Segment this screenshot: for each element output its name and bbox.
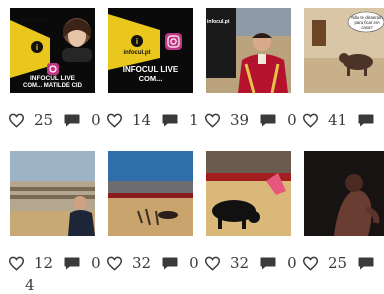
post-thumbnail-7[interactable] — [206, 151, 291, 236]
heart-icon[interactable] — [8, 113, 25, 128]
post-thumbnail-8[interactable] — [304, 151, 384, 236]
comment-count: 0 — [287, 110, 297, 129]
post-thumbnail-2[interactable]: i infocul.pt INFOCUL LIVE COM... — [108, 8, 193, 93]
like-count: 25 — [34, 110, 54, 129]
post-stats-7: 32 0 — [204, 253, 297, 273]
post-caption-2b: COM... — [138, 74, 163, 83]
post-image-7 — [206, 151, 291, 236]
heart-icon[interactable] — [302, 256, 319, 271]
post-caption-1b: COM... MATILDE CID — [23, 83, 82, 89]
comment-count: 0 — [91, 253, 101, 272]
comment-icon[interactable] — [161, 256, 179, 271]
comment-icon[interactable] — [357, 113, 375, 128]
like-count: 14 — [132, 110, 152, 129]
post-stats-6: 32 0 — [106, 253, 199, 273]
post-stats-1: 25 0 — [8, 110, 101, 130]
comment-count: 1 — [189, 110, 199, 129]
heart-icon[interactable] — [302, 113, 319, 128]
post-image-8 — [304, 151, 384, 236]
heart-icon[interactable] — [8, 256, 25, 271]
post-caption-1a: INFOCUL LIVE — [29, 75, 76, 82]
post-logo-1: infocul.pt — [20, 18, 48, 24]
like-count: 32 — [132, 253, 152, 272]
post-thumbnail-6[interactable] — [108, 151, 193, 236]
comment-icon[interactable] — [357, 256, 375, 271]
heart-icon[interactable] — [106, 256, 123, 271]
post-logo-2: infocul.pt — [123, 50, 151, 56]
post-thumbnail-1[interactable]: i infocul.pt INFOCUL LIVE COM... MATILDE… — [10, 8, 95, 93]
post-image-5 — [10, 151, 95, 236]
comment-icon[interactable] — [63, 113, 81, 128]
post-stats-5: 12 0 — [8, 253, 101, 273]
post-stats-2: 14 1 — [106, 110, 199, 130]
post-thumbnail-4[interactable]: Não te disseram para ficar em casa? — [304, 8, 384, 93]
overflow-count: 4 — [25, 276, 35, 294]
comment-count: 0 — [287, 253, 297, 272]
like-count: 39 — [230, 110, 250, 129]
like-count: 12 — [34, 253, 54, 272]
post-stats-8: 25 1 — [302, 253, 384, 273]
heart-icon[interactable] — [204, 113, 221, 128]
heart-icon[interactable] — [106, 113, 123, 128]
svg-text:i: i — [36, 43, 38, 52]
post-logo-3: infocul.pt — [207, 19, 230, 25]
comment-icon[interactable] — [63, 256, 81, 271]
post-thumbnail-5[interactable] — [10, 151, 95, 236]
comment-icon[interactable] — [259, 256, 277, 271]
post-speech-bubble-4: Não te disseram para ficar em casa? — [351, 15, 383, 30]
post-stats-3: 39 0 — [204, 110, 297, 130]
comment-count: 0 — [189, 253, 199, 272]
like-count: 25 — [328, 253, 348, 272]
heart-icon[interactable] — [204, 256, 221, 271]
post-thumbnail-3[interactable]: infocul.pt — [206, 8, 291, 93]
like-count: 41 — [328, 110, 348, 129]
post-image-6 — [108, 151, 193, 236]
comment-count: 0 — [91, 110, 101, 129]
post-stats-4: 41 0 — [302, 110, 384, 130]
svg-text:i: i — [136, 37, 138, 46]
post-caption-2a: INFOCUL LIVE — [122, 65, 179, 74]
comment-icon[interactable] — [161, 113, 179, 128]
like-count: 32 — [230, 253, 250, 272]
comment-icon[interactable] — [259, 113, 277, 128]
